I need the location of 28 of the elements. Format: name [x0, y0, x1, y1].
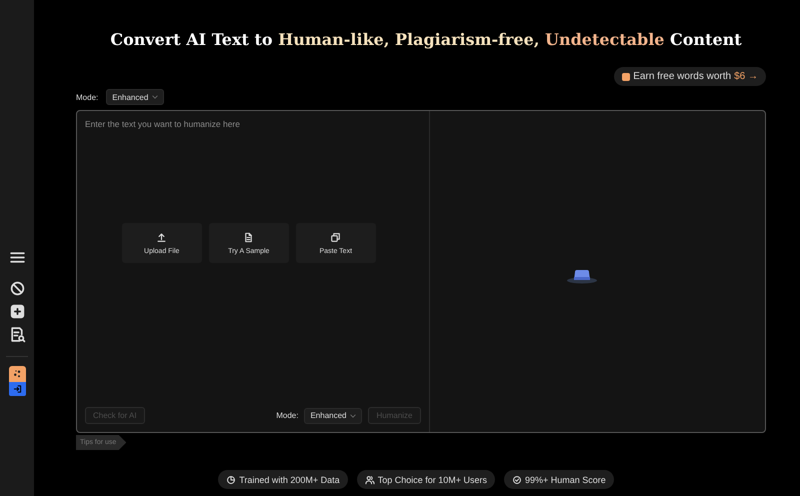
mode-dropdown[interactable]: Enhanced [106, 89, 164, 105]
feature-badge: Trained with 200M+ Data [218, 470, 348, 489]
upload-icon [156, 232, 168, 242]
mode-dropdown[interactable]: Enhanced [304, 408, 362, 424]
chevron-down-icon [350, 414, 356, 418]
mode-label: Mode: [76, 92, 98, 102]
feature-badge: Top Choice for 10M+ Users [356, 470, 495, 489]
chevron-down-icon [152, 95, 158, 99]
copy-icon [330, 232, 342, 242]
circle-slash-button[interactable] [8, 280, 26, 297]
document-search-button[interactable] [8, 326, 26, 343]
plus-square-icon [8, 303, 26, 320]
earn-words-button[interactable]: Earn free words worth $6 → [614, 67, 766, 86]
ai-sparkle-button[interactable] [8, 366, 26, 382]
login-button[interactable] [8, 382, 26, 396]
pie-chart-icon [226, 474, 236, 484]
text-input-field[interactable]: Enter the text you want to humanize here [85, 119, 420, 223]
mode-label: Mode: [276, 411, 298, 420]
check-circle-icon [512, 474, 522, 484]
plus-square-button[interactable] [8, 303, 26, 320]
page-title: Convert AI Text to Human-like, Plagiarism-free, Undetectable Content [109, 30, 743, 49]
document-icon [243, 232, 254, 242]
document-search-icon [8, 326, 26, 343]
gift-icon [622, 72, 630, 80]
circle-slash-icon [8, 280, 26, 297]
feature-badge: 99%+ Human Score [504, 470, 614, 489]
hat-icon [566, 268, 598, 284]
users-icon [364, 474, 375, 484]
